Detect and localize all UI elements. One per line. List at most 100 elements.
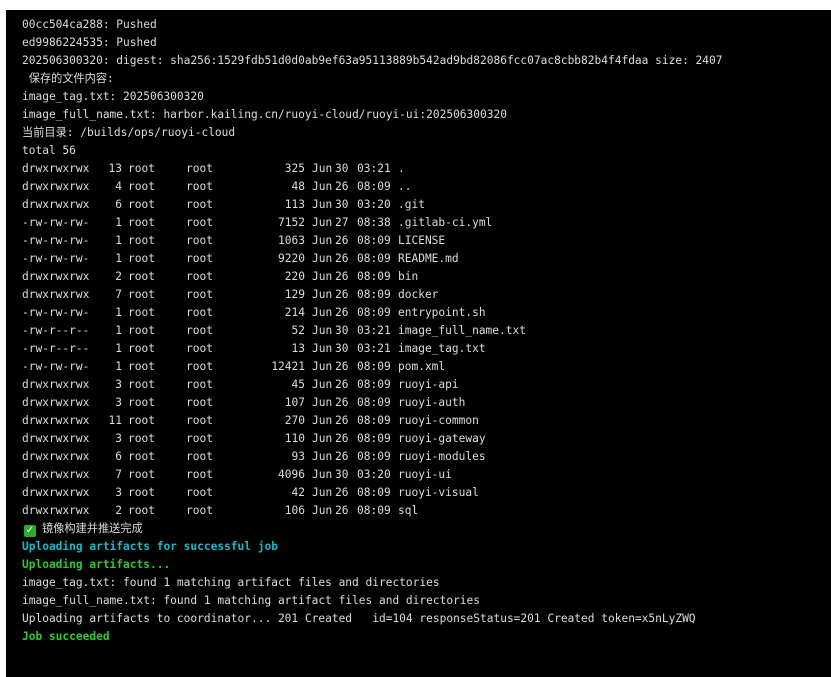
found-image-full-name-line: image_full_name.txt: found 1 matching ar… <box>22 594 481 607</box>
log-line: 202506300320: digest: sha256:1529fdb51d0… <box>22 54 723 67</box>
job-log-terminal: 00cc504ca288: Pushed ed9986224535: Pushed… <box>6 10 831 677</box>
listing-month: Jun <box>312 180 333 193</box>
listing-day: 26 <box>335 432 349 445</box>
listing-size: 48 <box>291 180 305 193</box>
listing-day: 30 <box>335 468 349 481</box>
listing-group: root <box>186 360 213 373</box>
found-image-tag-line: image_tag.txt: found 1 matching artifact… <box>22 576 440 589</box>
listing-group: root <box>186 324 213 337</box>
listing-owner: root <box>128 450 155 463</box>
listing-perm: -rw-rw-rw- <box>22 234 90 247</box>
listing-row: drwxrwxrwx 7 root root 129 Jun 26 08:09 docker <box>22 286 831 304</box>
listing-perm: drwxrwxrwx <box>22 378 90 391</box>
listing-row: drwxrwxrwx 13 root root 325 Jun 30 03:21. <box>22 160 831 178</box>
listing-size: 129 <box>284 288 305 301</box>
listing-owner: root <box>128 486 155 499</box>
listing-size: 325 <box>284 162 305 175</box>
listing-links: 6 <box>115 198 122 211</box>
listing-perm: -rw-rw-rw- <box>22 216 90 229</box>
listing-time: 08:38 <box>357 216 391 229</box>
listing-group: root <box>186 234 213 247</box>
listing-perm: -rw-rw-rw- <box>22 360 90 373</box>
listing-perm: drwxrwxrwx <box>22 450 90 463</box>
listing-day: 26 <box>335 486 349 499</box>
listing-size: 270 <box>284 414 305 427</box>
listing-perm: drwxrwxrwx <box>22 486 90 499</box>
listing-day: 26 <box>335 378 349 391</box>
listing-size: 42 <box>291 486 305 499</box>
listing-links: 1 <box>115 234 122 247</box>
listing-row: -rw-r--r-- 1 root root 52 Jun 30 03:21 image_ful… <box>22 322 831 340</box>
listing-links: 7 <box>115 468 122 481</box>
listing-name: ruoyi-auth <box>398 396 466 409</box>
listing-owner: root <box>128 432 155 445</box>
listing-group: root <box>186 252 213 265</box>
log-line: 00cc504ca288: Pushed <box>22 18 157 31</box>
listing-perm: drwxrwxrwx <box>22 270 90 283</box>
listing-name: LICENSE <box>398 234 446 247</box>
listing-links: 3 <box>115 432 122 445</box>
listing-month: Jun <box>312 342 333 355</box>
log-line: 当前目录: /builds/ops/ruoyi-cloud <box>22 126 236 139</box>
listing-perm: drwxrwxrwx <box>22 432 90 445</box>
listing-owner: root <box>128 180 155 193</box>
listing-day: 30 <box>335 342 349 355</box>
listing-owner: root <box>128 378 155 391</box>
listing-group: root <box>186 468 213 481</box>
listing-row: -rw-rw-rw- 1 root root 214 Jun 26 08:09 entrypoi… <box>22 304 831 322</box>
listing-group: root <box>186 270 213 283</box>
listing-perm: -rw-rw-rw- <box>22 306 90 319</box>
listing-time: 08:09 <box>357 432 391 445</box>
listing-month: Jun <box>312 198 333 211</box>
listing-group: root <box>186 504 213 517</box>
listing-time: 03:21 <box>357 162 391 175</box>
listing-name: .. <box>398 180 412 193</box>
listing-month: Jun <box>312 468 333 481</box>
listing-links: 3 <box>115 486 122 499</box>
listing-day: 30 <box>335 162 349 175</box>
listing-group: root <box>186 378 213 391</box>
listing-links: 2 <box>115 270 122 283</box>
listing-month: Jun <box>312 414 333 427</box>
listing-name: image_full_name.txt <box>398 324 526 337</box>
listing-time: 08:09 <box>357 288 391 301</box>
listing-group: root <box>186 414 213 427</box>
listing-row: -rw-rw-rw- 1 root root 7152 Jun 27 08:38 .gitlab… <box>22 214 831 232</box>
listing-name: .git <box>398 198 425 211</box>
listing-owner: root <box>128 198 155 211</box>
listing-links: 1 <box>115 306 122 319</box>
listing-month: Jun <box>312 450 333 463</box>
listing-time: 08:09 <box>357 252 391 265</box>
listing-row: -rw-rw-rw- 1 root root 1063 Jun 26 08:09 LICENSE <box>22 232 831 250</box>
log-line: total 56 <box>22 144 76 157</box>
listing-month: Jun <box>312 486 333 499</box>
listing-month: Jun <box>312 234 333 247</box>
listing-row: drwxrwxrwx 6 root root 93 Jun 26 08:09 ruoyi-mod… <box>22 448 831 466</box>
listing-name: .gitlab-ci.yml <box>398 216 493 229</box>
listing-links: 13 <box>108 162 122 175</box>
listing-links: 1 <box>115 324 122 337</box>
listing-size: 52 <box>291 324 305 337</box>
log-header-lines: 00cc504ca288: Pushed ed9986224535: Pushed… <box>22 16 831 160</box>
listing-row: drwxrwxrwx 4 root root 48 Jun 26 08:09.. <box>22 178 831 196</box>
listing-size: 7152 <box>278 216 305 229</box>
listing-owner: root <box>128 324 155 337</box>
listing-time: 08:09 <box>357 306 391 319</box>
uploading-artifacts-success-line: Uploading artifacts for successful job <box>22 540 278 553</box>
listing-owner: root <box>128 504 155 517</box>
log-line: image_full_name.txt: harbor.kailing.cn/r… <box>22 108 507 121</box>
listing-month: Jun <box>312 288 333 301</box>
listing-month: Jun <box>312 306 333 319</box>
listing-name: . <box>398 162 405 175</box>
listing-links: 2 <box>115 504 122 517</box>
listing-links: 7 <box>115 288 122 301</box>
listing-links: 4 <box>115 180 122 193</box>
listing-perm: drwxrwxrwx <box>22 162 90 175</box>
listing-size: 9220 <box>278 252 305 265</box>
listing-row: drwxrwxrwx 2 root root 106 Jun 26 08:09 sql <box>22 502 831 520</box>
listing-owner: root <box>128 360 155 373</box>
listing-size: 107 <box>284 396 305 409</box>
listing-day: 26 <box>335 180 349 193</box>
listing-time: 08:09 <box>357 270 391 283</box>
listing-month: Jun <box>312 360 333 373</box>
